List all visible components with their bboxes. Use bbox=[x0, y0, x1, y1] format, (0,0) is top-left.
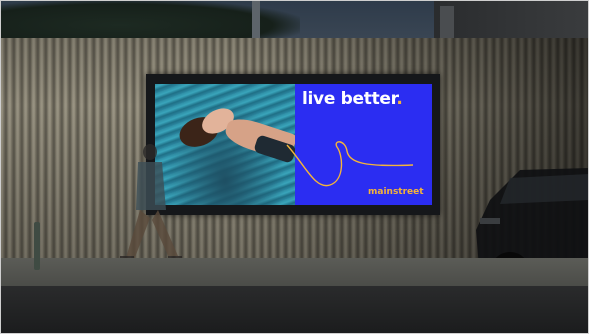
billboard-headline: live better. bbox=[302, 89, 403, 109]
billboard-brand: mainstreet bbox=[368, 187, 424, 197]
road bbox=[0, 286, 589, 334]
walking-pedestrian bbox=[120, 144, 182, 261]
bollard-post bbox=[34, 222, 40, 270]
orange-squiggle-line bbox=[286, 141, 414, 187]
headline-text: live better bbox=[302, 89, 397, 109]
street-pole bbox=[252, 0, 260, 40]
street-scene: live better. mainstreet bbox=[0, 0, 589, 334]
sidewalk bbox=[0, 258, 589, 288]
building-pillar bbox=[440, 6, 454, 42]
headline-dot: . bbox=[396, 89, 403, 109]
building bbox=[434, 0, 589, 42]
